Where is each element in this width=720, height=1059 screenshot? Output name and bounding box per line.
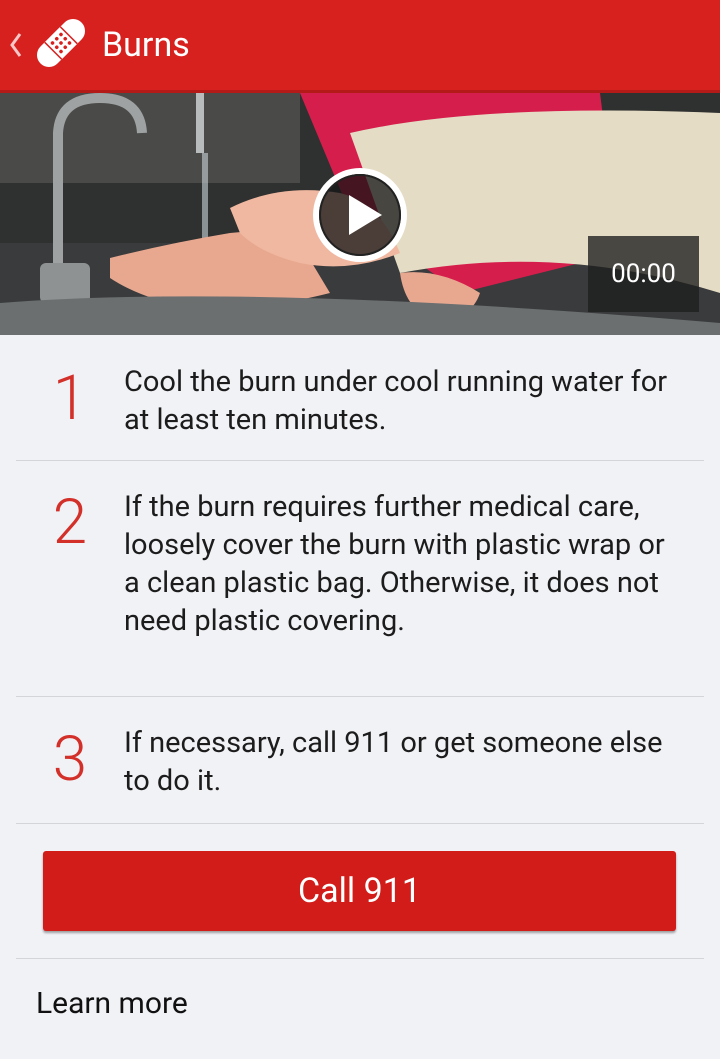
step-text: Cool the burn under cool running water f… [124, 365, 668, 437]
steps-list: 1 Cool the burn under cool running water… [0, 335, 720, 824]
call-911-button[interactable]: Call 911 [43, 851, 676, 931]
page-title: Burns [102, 25, 190, 65]
play-button[interactable] [312, 167, 408, 263]
play-icon [313, 168, 407, 262]
back-button[interactable] [4, 31, 28, 59]
step-text: If the burn requires further medical car… [124, 490, 665, 638]
step-number: 2 [52, 486, 88, 559]
app-bar: Burns [0, 0, 720, 93]
learn-more-link[interactable]: Learn more [0, 959, 720, 1047]
step-item: 3 If necessary, call 911 or get someone … [16, 697, 704, 824]
back-chevron-icon [10, 33, 22, 57]
bandage-icon [30, 12, 92, 78]
call-section: Call 911 [16, 824, 704, 959]
step-number: 3 [52, 723, 88, 796]
step-number: 1 [52, 362, 88, 435]
video-timestamp: 00:00 [588, 236, 699, 312]
step-text: If necessary, call 911 or get someone el… [124, 726, 663, 798]
step-item: 2 If the burn requires further medical c… [16, 461, 704, 697]
step-item: 1 Cool the burn under cool running water… [16, 335, 704, 461]
video-player[interactable]: 00:00 [0, 93, 720, 335]
